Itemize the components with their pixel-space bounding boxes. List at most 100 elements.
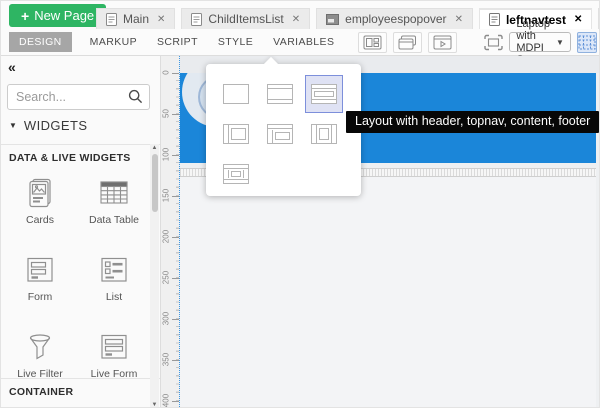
cards-icon — [23, 176, 57, 210]
layout-header-sidenavs-footer-icon — [223, 164, 249, 184]
design-toolbar: DESIGN MARKUP SCRIPT STYLE VARIABLES — [1, 29, 600, 56]
scroll-down-icon[interactable]: ▼ — [150, 402, 159, 408]
sidebar-scrollbar[interactable]: ▲ ▼ — [150, 144, 159, 408]
plus-icon: + — [21, 8, 29, 24]
layout-option-tooltip: Layout with header, topnav, content, foo… — [346, 111, 599, 133]
vertical-ruler: 0 50 100 150 200 250 300 350 400 — [161, 56, 179, 408]
page-icon — [191, 13, 202, 26]
widget-grid: Cards Data Table Form — [3, 168, 151, 399]
ruler-tick — [172, 237, 179, 238]
ruler-label: 300 — [162, 311, 171, 327]
tab-main[interactable]: Main ✕ — [96, 8, 175, 29]
widget-data-table[interactable]: Data Table — [77, 168, 151, 245]
grid-guides-icon — [578, 35, 596, 50]
device-frame-icon — [483, 34, 504, 51]
device-select[interactable]: Laptop with MDPI S ▼ — [509, 32, 571, 52]
ruler-label: 400 — [162, 393, 171, 408]
new-page-label: New Page — [34, 8, 94, 23]
layout-picker-popover — [206, 64, 361, 196]
page-templates-icon — [398, 35, 417, 50]
ruler-tick — [172, 114, 179, 115]
ruler-label: 50 — [162, 106, 171, 122]
chevron-down-icon: ▼ — [556, 38, 564, 47]
widget-label: Form — [28, 291, 53, 303]
studio-window: + New Page Main ✕ ChildItemsList ✕ — [0, 0, 600, 408]
close-tab-icon[interactable]: ✕ — [292, 14, 300, 25]
search-icon[interactable] — [128, 89, 143, 104]
layout-option-leftnav-content-rightnav[interactable] — [302, 114, 346, 154]
new-page-button[interactable]: + New Page — [9, 4, 106, 27]
mode-markup[interactable]: MARKUP — [88, 32, 139, 52]
caret-down-icon: ▼ — [9, 121, 17, 130]
layout-option-header-leftnav-content[interactable] — [258, 114, 302, 154]
grid-guides-button[interactable] — [577, 32, 597, 53]
layout-option-header-content-footer[interactable] — [258, 74, 302, 114]
live-filter-icon — [23, 330, 57, 364]
close-tab-icon[interactable]: ✕ — [574, 14, 582, 25]
mode-style[interactable]: STYLE — [216, 32, 255, 52]
ruler-tick — [172, 401, 179, 402]
mode-variables[interactable]: VARIABLES — [271, 32, 336, 52]
main-area: « ▼ WIDGETS DATA & LIVE WIDGETS Cards — [1, 56, 600, 408]
layout-picker-button[interactable] — [358, 32, 387, 53]
widget-label: Data Table — [89, 214, 139, 226]
mode-design[interactable]: DESIGN — [9, 32, 72, 52]
ruler-tick — [172, 360, 179, 361]
page-icon — [106, 13, 117, 26]
widget-form[interactable]: Form — [3, 245, 77, 322]
tab-label: employeespopover — [345, 12, 446, 26]
close-tab-icon[interactable]: ✕ — [455, 14, 463, 25]
ruler-label: 350 — [162, 352, 171, 368]
design-canvas[interactable]: Layout with header, topnav, content, foo… — [179, 56, 600, 408]
toolbar-icon-group — [358, 32, 457, 53]
list-icon — [97, 253, 131, 287]
tab-label: ChildItemsList — [208, 12, 283, 26]
mode-script[interactable]: SCRIPT — [155, 32, 200, 52]
widgets-header-label: WIDGETS — [24, 118, 87, 133]
preview-button[interactable] — [428, 32, 457, 53]
widget-search — [7, 84, 150, 110]
preview-icon — [433, 35, 452, 50]
layout-picker-icon — [363, 35, 382, 50]
device-group: Laptop with MDPI S ▼ — [483, 32, 571, 52]
layout-option-header-topnav-content-footer[interactable] — [305, 75, 343, 113]
ruler-tick — [172, 155, 179, 156]
page-content-area[interactable] — [180, 177, 596, 408]
section-data-live-widgets: DATA & LIVE WIDGETS — [1, 144, 161, 164]
mode-switcher: DESIGN MARKUP SCRIPT STYLE VARIABLES — [9, 32, 336, 52]
widget-list[interactable]: List — [77, 245, 151, 322]
layout-header-leftnav-icon — [267, 124, 293, 144]
ruler-label: 250 — [162, 270, 171, 286]
layout-option-leftnav-content[interactable] — [214, 114, 258, 154]
layout-leftnav-icon — [223, 124, 249, 144]
widgets-section-toggle[interactable]: ▼ WIDGETS — [9, 118, 87, 133]
ruler-tick — [172, 73, 179, 74]
layout-option-blank[interactable] — [214, 74, 258, 114]
page-icon — [489, 13, 500, 26]
layout-option-header-leftnav-rightnav-footer[interactable] — [214, 154, 258, 194]
form-icon — [23, 253, 57, 287]
close-tab-icon[interactable]: ✕ — [157, 14, 165, 25]
layout-leftnav-rightnav-icon — [311, 124, 337, 144]
page-templates-button[interactable] — [393, 32, 422, 53]
scrollbar-thumb[interactable] — [152, 154, 158, 212]
widget-label: List — [106, 291, 122, 303]
layout-options-grid — [214, 74, 346, 194]
widget-label: Cards — [26, 214, 54, 226]
ruler-label: 100 — [162, 147, 171, 163]
layout-blank-icon — [223, 84, 249, 104]
widgets-sidebar: « ▼ WIDGETS DATA & LIVE WIDGETS Cards — [1, 56, 161, 408]
tab-employeespopover[interactable]: employeespopover ✕ — [316, 8, 473, 29]
ruler-label: 0 — [162, 65, 171, 81]
widget-cards[interactable]: Cards — [3, 168, 77, 245]
ruler-tick — [172, 319, 179, 320]
sidebar-collapse-icon[interactable]: « — [8, 60, 16, 74]
scroll-up-icon[interactable]: ▲ — [150, 145, 159, 151]
section-container: CONTAINER — [1, 378, 161, 398]
live-form-icon — [97, 330, 131, 364]
window-icon — [326, 14, 339, 25]
tab-childitemslist[interactable]: ChildItemsList ✕ — [181, 8, 310, 29]
ruler-label: 150 — [162, 188, 171, 204]
data-table-icon — [97, 176, 131, 210]
layout-header-footer-icon — [267, 84, 293, 104]
